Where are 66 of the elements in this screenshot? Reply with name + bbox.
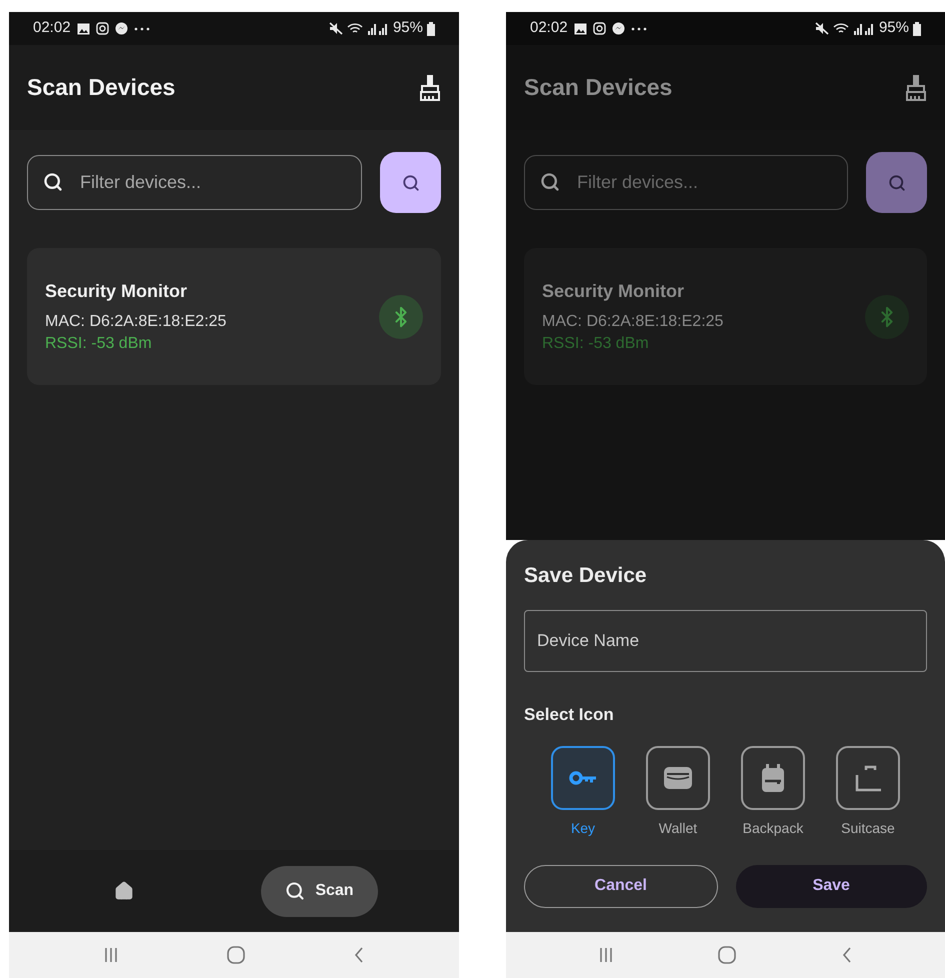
section-heading: Select Icon xyxy=(524,704,615,726)
filter-field[interactable]: Filter devices... xyxy=(27,155,362,210)
battery-percent: 95% xyxy=(392,18,423,38)
device-mac: MAC: D6:2A:8E:18:E2:25 xyxy=(542,312,724,332)
more-icon xyxy=(630,26,647,30)
more-icon xyxy=(134,26,150,30)
device-name: Security Monitor xyxy=(542,280,686,302)
icon-option[interactable] xyxy=(741,746,805,810)
icon-option[interactable] xyxy=(836,746,900,810)
camera-icon xyxy=(592,22,606,35)
clock-time: 02:02 xyxy=(33,18,71,38)
camera-icon xyxy=(96,22,109,35)
broom-icon[interactable] xyxy=(905,74,927,100)
signal-icon xyxy=(852,22,875,34)
mute-icon xyxy=(328,22,343,35)
device-rssi: RSSI: -53 dBm xyxy=(45,334,153,354)
battery-percent: 95% xyxy=(878,18,909,38)
key-icon xyxy=(569,770,597,784)
search-button[interactable] xyxy=(380,152,441,213)
search-icon xyxy=(540,172,560,192)
icon-label: Backpack xyxy=(742,818,804,838)
screen-title: Scan Devices xyxy=(524,73,672,102)
sheet-title: Save Device xyxy=(524,563,648,589)
device-name: Security Monitor xyxy=(45,280,188,302)
device-name-field[interactable]: Device Name xyxy=(524,610,927,672)
battery-icon xyxy=(913,22,921,36)
wifi-icon xyxy=(346,22,363,35)
icon-label: Wallet xyxy=(658,818,698,838)
search-icon xyxy=(402,174,420,192)
battery-icon xyxy=(427,22,435,36)
wifi-icon xyxy=(832,22,849,35)
icon-label: Key xyxy=(570,818,596,838)
save-button[interactable]: Save xyxy=(736,864,927,908)
home-button-icon[interactable] xyxy=(718,946,736,964)
home-icon xyxy=(114,881,134,901)
clock-time: 02:02 xyxy=(530,18,568,38)
suitcase-icon xyxy=(854,764,882,792)
icon-option[interactable] xyxy=(551,746,615,810)
device-rssi: RSSI: -53 dBm xyxy=(542,334,650,354)
gallery-icon xyxy=(574,22,587,34)
device-card[interactable]: Security Monitor MAC: D6:2A:8E:18:E2:25 RSSI: -53 dBm xyxy=(524,248,927,385)
back-icon[interactable] xyxy=(354,947,364,963)
device-mac: MAC: D6:2A:8E:18:E2:25 xyxy=(45,312,226,332)
cancel-button[interactable]: Cancel xyxy=(524,864,718,908)
signal-icon xyxy=(366,22,389,34)
icon-option[interactable] xyxy=(646,746,710,810)
screen-title: Scan Devices xyxy=(27,73,176,102)
back-icon[interactable] xyxy=(842,947,852,963)
mute-icon xyxy=(814,22,829,35)
filter-field[interactable]: Filter devices... xyxy=(524,155,848,210)
home-button-icon[interactable] xyxy=(226,946,245,964)
search-icon xyxy=(888,174,906,192)
backpack-icon xyxy=(761,762,785,792)
gallery-icon xyxy=(76,22,90,34)
scan-tab[interactable]: Scan xyxy=(261,866,378,916)
search-icon xyxy=(43,172,63,192)
search-button[interactable] xyxy=(866,152,927,213)
recent-apps-icon[interactable] xyxy=(598,947,613,963)
chat-bubble-icon xyxy=(114,22,128,35)
icon-label: Suitcase xyxy=(841,818,895,838)
wallet-icon xyxy=(663,766,693,790)
search-icon xyxy=(285,881,306,901)
recent-apps-icon[interactable] xyxy=(104,947,118,963)
chat-bubble-icon xyxy=(612,22,625,35)
device-card[interactable]: Security Monitor MAC: D6:2A:8E:18:E2:25 RSSI: -53 dBm xyxy=(27,248,441,385)
broom-icon[interactable] xyxy=(419,74,441,100)
